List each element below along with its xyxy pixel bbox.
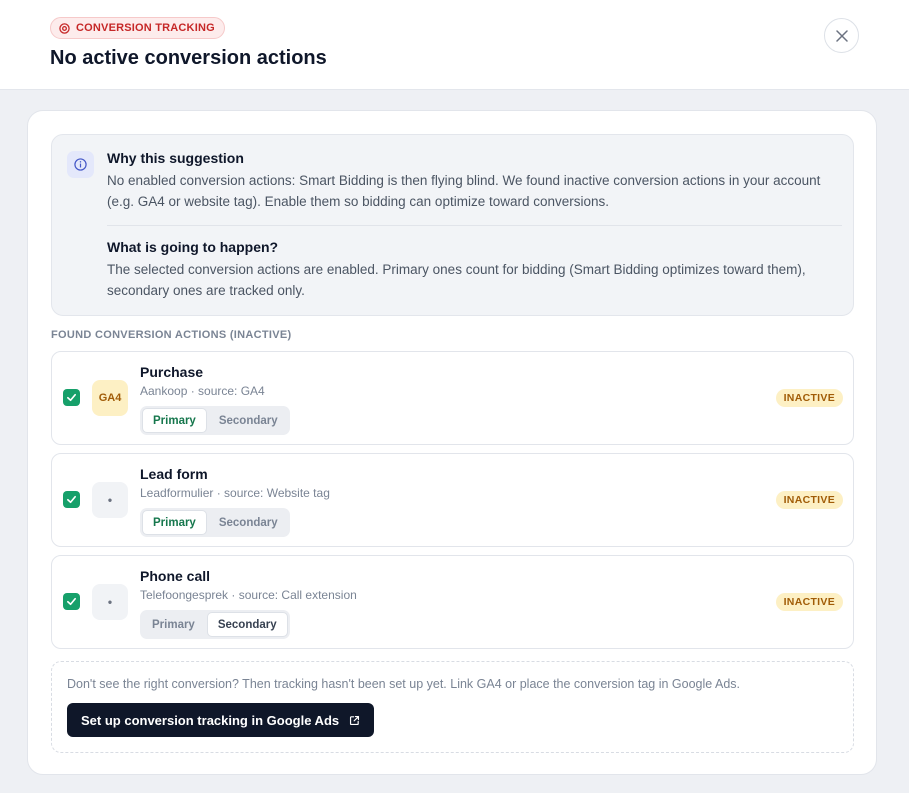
action-checkbox[interactable]	[63, 389, 80, 406]
why-text: No enabled conversion actions: Smart Bid…	[107, 173, 821, 209]
primary-option[interactable]: Primary	[142, 408, 207, 433]
primary-option[interactable]: Primary	[142, 612, 205, 637]
primary-option[interactable]: Primary	[142, 510, 207, 535]
secondary-option[interactable]: Secondary	[209, 408, 288, 433]
help-text: Don't see the right conversion? Then tra…	[67, 677, 741, 691]
ga4-icon: GA4	[92, 380, 128, 416]
badge-label: CONVERSION TRACKING	[76, 22, 215, 34]
what-text: The selected conversion actions are enab…	[107, 262, 806, 298]
page-title: No active conversion actions	[50, 47, 327, 69]
check-icon	[67, 393, 76, 402]
target-icon	[59, 22, 70, 34]
conversion-action-row: • Phone call Telefoongesprek · source: C…	[51, 555, 854, 649]
why-heading: Why this suggestion	[107, 150, 244, 166]
action-checkbox[interactable]	[63, 491, 80, 508]
close-icon	[835, 29, 848, 42]
suggestion-card: Why this suggestion No enabled conversio…	[27, 110, 877, 775]
primary-secondary-toggle: Primary Secondary	[140, 508, 290, 537]
action-checkbox[interactable]	[63, 593, 80, 610]
status-badge: INACTIVE	[775, 593, 843, 611]
primary-secondary-toggle: Primary Secondary	[140, 406, 290, 435]
modal-header: CONVERSION TRACKING No active conversion…	[0, 0, 909, 90]
status-badge: INACTIVE	[775, 491, 843, 509]
action-meta: Aankoop · source: GA4	[140, 384, 265, 398]
what-heading: What is going to happen?	[107, 239, 279, 255]
setup-button-label: Set up conversion tracking in Google Ads	[81, 712, 340, 728]
setup-tracking-button[interactable]: Set up conversion tracking in Google Ads	[67, 703, 375, 737]
help-panel: Don't see the right conversion? Then tra…	[51, 661, 854, 753]
secondary-option[interactable]: Secondary	[206, 612, 288, 637]
section-label: FOUND CONVERSION ACTIONS (INACTIVE)	[51, 329, 292, 341]
info-icon	[67, 151, 94, 178]
action-name: Lead form	[140, 466, 208, 482]
conversion-action-row: GA4 Purchase Aankoop · source: GA4 Prima…	[51, 351, 854, 445]
action-meta: Telefoongesprek · source: Call extension	[140, 588, 357, 602]
status-badge: INACTIVE	[775, 389, 843, 407]
conversion-tracking-badge: CONVERSION TRACKING	[50, 17, 225, 39]
action-name: Purchase	[140, 364, 204, 380]
conversion-action-row: • Lead form Leadformulier · source: Webs…	[51, 453, 854, 547]
close-button[interactable]	[824, 18, 859, 53]
source-icon: •	[92, 584, 128, 620]
check-icon	[67, 597, 76, 606]
action-meta: Leadformulier · source: Website tag	[140, 486, 330, 500]
secondary-option[interactable]: Secondary	[209, 510, 288, 535]
check-icon	[67, 495, 76, 504]
primary-secondary-toggle: Primary Secondary	[140, 610, 290, 639]
source-icon: •	[92, 482, 128, 518]
info-panel: Why this suggestion No enabled conversio…	[51, 134, 854, 316]
external-link-icon	[350, 715, 360, 725]
action-name: Phone call	[140, 568, 211, 584]
info-divider	[107, 225, 842, 226]
